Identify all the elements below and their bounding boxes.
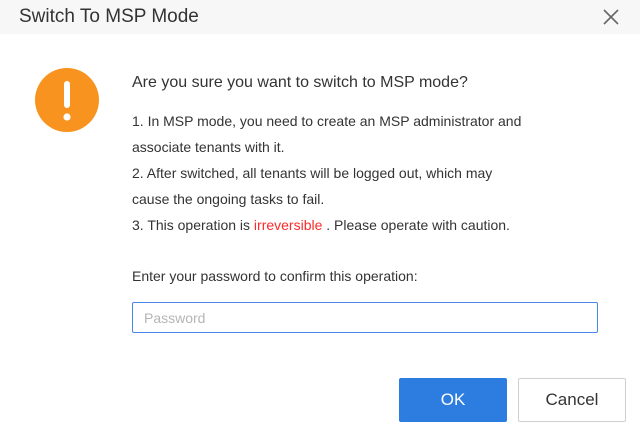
cancel-button[interactable]: Cancel (518, 378, 626, 422)
confirm-question: Are you sure you want to switch to MSP m… (132, 74, 468, 91)
dialog-header: Switch To MSP Mode (0, 0, 640, 34)
note-line: cause the ongoing tasks to fail. (132, 191, 325, 207)
note-text: 3. This operation is (132, 217, 254, 233)
exclamation-icon (35, 68, 99, 132)
irreversible-emphasis: irreversible (253, 217, 323, 233)
note-line: associate tenants with it. (132, 139, 285, 155)
warning-notes: 1. In MSP mode, you need to create an MS… (132, 108, 612, 238)
switch-msp-dialog: Switch To MSP Mode Are you sure you want… (0, 0, 640, 442)
note-line: 3. This operation is irreversible . Plea… (132, 212, 612, 238)
ok-button[interactable]: OK (399, 378, 507, 422)
note-line: 1. In MSP mode, you need to create an MS… (132, 113, 522, 129)
dialog-title: Switch To MSP Mode (19, 6, 199, 27)
password-label: Enter your password to confirm this oper… (132, 268, 418, 284)
note-line: 2. After switched, all tenants will be l… (132, 165, 493, 181)
close-icon[interactable] (600, 6, 622, 28)
password-input[interactable] (132, 302, 598, 333)
note-text: . Please operate with caution. (322, 217, 510, 233)
